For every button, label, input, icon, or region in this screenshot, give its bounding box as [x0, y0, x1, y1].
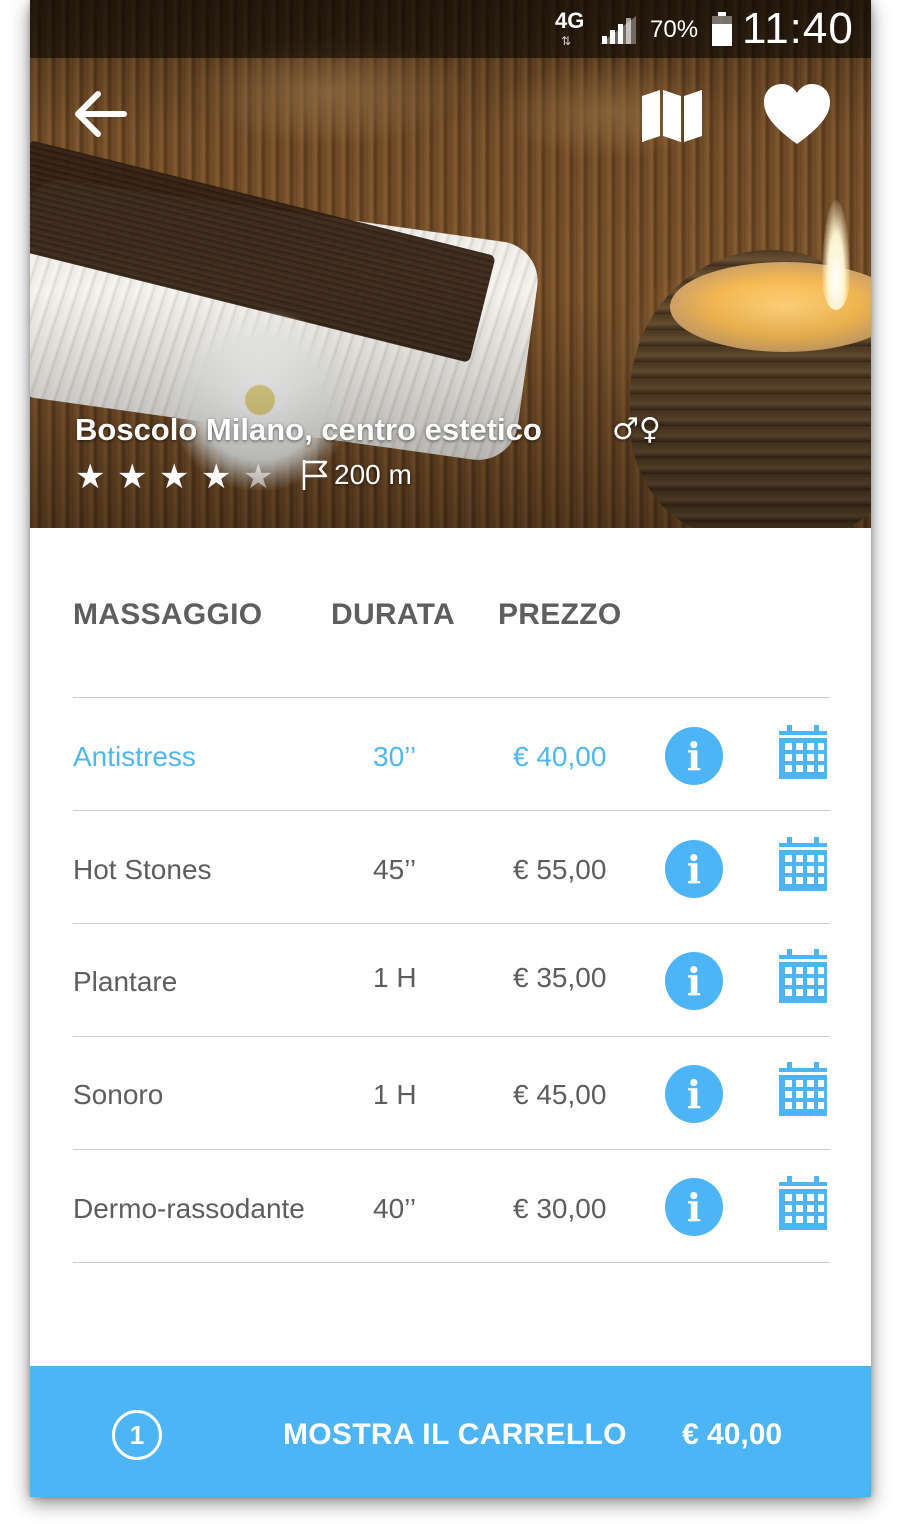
battery-icon	[712, 12, 732, 46]
star-filled-icon: ★	[159, 457, 190, 497]
calendar-icon[interactable]	[777, 1062, 829, 1118]
row-duration: 1 H	[373, 1079, 417, 1110]
calendar-icon[interactable]	[777, 1176, 829, 1232]
column-header-durata: DURATA	[331, 598, 455, 631]
calendar-icon[interactable]	[777, 949, 829, 1005]
row-divider	[73, 1262, 830, 1263]
calendar-icon[interactable]	[777, 725, 829, 781]
cart-total: € 40,00	[682, 1418, 783, 1451]
back-arrow-icon[interactable]	[70, 86, 130, 142]
row-divider	[73, 697, 830, 698]
row-divider	[73, 1149, 830, 1150]
star-filled-icon: ★	[75, 457, 106, 497]
calendar-icon[interactable]	[777, 837, 829, 893]
distance-value: 200 m	[334, 459, 412, 490]
row-name[interactable]: Dermo-rassodante	[73, 1193, 305, 1225]
status-bar: 4G ⇅ 70% 11:40	[30, 0, 871, 58]
row-price: € 45,00	[513, 1079, 607, 1110]
row-name[interactable]: Hot Stones	[73, 854, 212, 886]
star-filled-icon: ★	[201, 457, 232, 497]
row-name[interactable]: Plantare	[73, 966, 177, 998]
star-filled-icon: ★	[117, 457, 148, 497]
flag-icon	[302, 460, 328, 490]
distance: 200 m	[300, 458, 412, 492]
hero-shade-overlay	[30, 0, 871, 528]
show-cart-button[interactable]: 1 MOSTRA IL CARRELLO € 40,00	[30, 1366, 871, 1497]
row-price: € 55,00	[513, 854, 607, 885]
signal-icon	[600, 16, 636, 44]
row-duration: 30’’	[373, 741, 417, 772]
info-icon[interactable]: i	[665, 1065, 723, 1123]
info-icon[interactable]: i	[665, 727, 723, 785]
star-empty-icon: ★	[243, 457, 274, 497]
row-name[interactable]: Sonoro	[73, 1079, 163, 1111]
row-duration: 1 H	[373, 962, 417, 993]
network-type: 4G	[555, 8, 585, 33]
row-name[interactable]: Antistress	[73, 741, 196, 773]
data-arrows-icon: ⇅	[561, 34, 572, 48]
app-screen: 4G ⇅ 70% 11:40 Boscolo Milano, centro es…	[30, 0, 871, 1497]
row-price: € 35,00	[513, 962, 607, 993]
gender-icons: ♂♀	[612, 412, 661, 447]
row-price: € 40,00	[513, 741, 607, 772]
row-duration: 40’’	[373, 1193, 417, 1224]
clock: 11:40	[742, 4, 854, 53]
info-icon[interactable]: i	[665, 1178, 723, 1236]
map-icon[interactable]	[640, 88, 704, 142]
battery-percent: 70%	[650, 16, 699, 43]
show-cart-label: MOSTRA IL CARRELLO	[283, 1418, 627, 1451]
info-icon[interactable]: i	[665, 952, 723, 1010]
row-price: € 30,00	[513, 1193, 607, 1224]
cart-count-badge: 1	[112, 1410, 162, 1460]
hero-image	[30, 0, 871, 528]
rating-stars: ★ ★ ★ ★ ★	[75, 458, 285, 496]
column-header-prezzo: PREZZO	[498, 598, 622, 631]
place-title: Boscolo Milano, centro estetico	[75, 412, 542, 447]
column-header-massaggio: MASSAGGIO	[73, 598, 263, 631]
row-divider	[73, 923, 830, 924]
info-icon[interactable]: i	[665, 840, 723, 898]
heart-icon[interactable]	[762, 82, 832, 146]
row-divider	[73, 1036, 830, 1037]
row-duration: 45’’	[373, 854, 417, 885]
row-divider	[73, 810, 830, 811]
